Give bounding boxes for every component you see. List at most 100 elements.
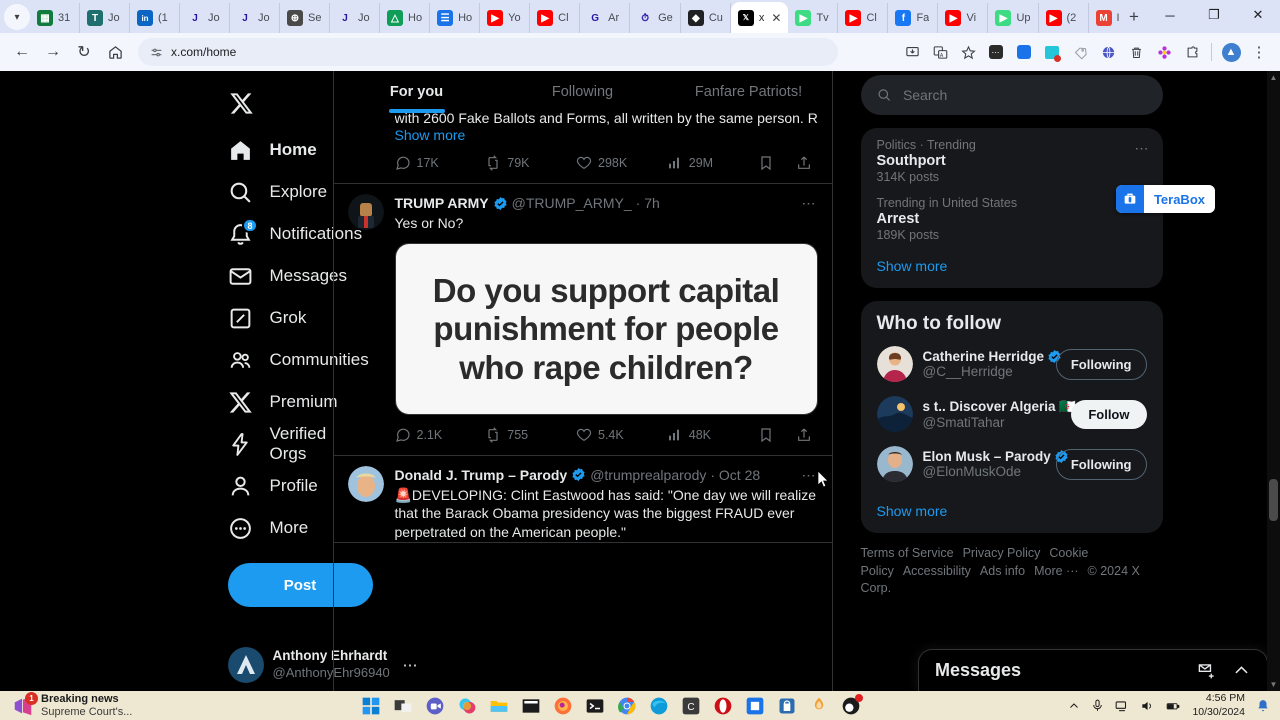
share-icon[interactable] [796,427,812,443]
sidebar-item-more[interactable]: More [228,507,333,549]
softphone-icon[interactable] [808,695,830,717]
footer-link[interactable]: More ··· [1034,564,1078,578]
blue-app-icon[interactable] [744,695,766,717]
extensions-puzzle-icon[interactable] [1179,39,1205,65]
tweet-author-name[interactable]: Donald J. Trump – Parody [395,466,568,484]
browser-tab[interactable]: in (1 [130,3,180,33]
new-message-icon[interactable] [1197,661,1216,680]
browser-tab[interactable]: ▶ Yo [480,3,531,33]
display-icon[interactable] [1115,699,1129,713]
scroll-down-arrow[interactable]: ▼ [1267,678,1280,691]
suggested-user-handle[interactable]: @C__Herridge [923,364,1046,379]
browser-tab[interactable]: ◆ Cu [681,3,731,33]
extension-teal-icon[interactable] [1039,39,1065,65]
microsoft-store-icon[interactable] [776,695,798,717]
browser-tab[interactable]: ▶ Tv [788,3,839,33]
obs-icon[interactable] [840,693,863,720]
avatar[interactable] [876,446,913,482]
notepad-icon[interactable] [520,695,542,717]
tweet-partial[interactable]: with 2600 Fake Ballots and Forms, all wr… [333,110,832,184]
translate-icon[interactable]: A [927,39,953,65]
avatar[interactable] [347,465,384,502]
avatar[interactable] [876,396,913,432]
browser-tab[interactable]: J Jo [180,3,230,33]
tweet[interactable]: Donald J. Trump – Parody @trumprealparody… [333,456,832,543]
views-action[interactable]: 48K [667,427,758,443]
messages-dock[interactable]: Messages [918,649,1268,691]
views-action[interactable]: 29M [667,155,758,171]
browser-tab[interactable]: f Fa [888,3,939,33]
browser-tab[interactable]: ▶ Cl [838,3,889,33]
share-icon[interactable] [796,155,812,171]
scrollbar-thumb[interactable] [1269,479,1278,521]
browser-tab[interactable]: T Jo [80,3,130,33]
terabox-ad[interactable]: TeraBox [1115,185,1215,213]
reply-action[interactable]: 17K [395,155,486,171]
search-bar[interactable] [860,75,1163,115]
browser-tab[interactable]: △ Ho [380,3,431,33]
browser-tab[interactable]: ☰ Ho [430,3,481,33]
c-app-icon[interactable]: C [680,695,702,717]
who-to-follow-row[interactable]: s t.. Discover Algeria 🇩🇿 @SmatiTahar Foll… [861,389,1163,439]
minimize-button[interactable]: ─ [1148,0,1192,30]
who-to-follow-row[interactable]: Catherine Herridge @C__Herridge Following [861,339,1163,389]
teams-icon[interactable] [424,695,446,717]
sidebar-item-explore[interactable]: Explore [228,171,333,213]
footer-link[interactable]: Ads info [980,564,1025,578]
new-tab-button[interactable]: + [1120,3,1148,31]
back-button[interactable]: ← [8,38,36,66]
sidebar-item-verified-orgs[interactable]: Verified Orgs [228,423,333,465]
tweet-more-icon[interactable]: ⋯ [802,194,818,212]
scroll-up-arrow[interactable]: ▲ [1267,71,1280,84]
feed-scroll-area[interactable]: with 2600 Fake Ballots and Forms, all wr… [333,110,832,691]
taskbar-news-widget[interactable]: 1 Breaking news Supreme Court's... [0,691,360,718]
browser-tab[interactable]: ▶ Vi [938,3,989,33]
address-bar[interactable]: x.com/home [138,38,838,66]
browser-tab[interactable]: ▦ 31 [30,3,80,33]
follow-button[interactable]: Following [1055,448,1147,480]
tweet-more-icon[interactable]: ⋯ [802,466,818,484]
footer-link[interactable]: Privacy Policy [963,546,1041,560]
bell-icon[interactable] [1256,699,1270,713]
like-action[interactable]: 5.4K [576,427,667,443]
sidebar-item-communities[interactable]: Communities [228,339,369,381]
home-button[interactable] [101,38,129,66]
browser-tab[interactable]: 𝕏x ✕ [730,2,789,33]
sidebar-item-grok[interactable]: Grok [228,297,333,339]
task-view-icon[interactable] [392,695,414,717]
extension-tag-icon[interactable] [1067,39,1093,65]
tweet-media[interactable]: Do you support capital punishment for pe… [394,242,818,415]
trend-more-icon[interactable]: ⋯ [1135,140,1149,157]
forward-button[interactable]: → [39,38,67,66]
search-input[interactable] [902,87,1147,103]
suggested-user-handle[interactable]: @ElonMuskOde [923,464,1046,479]
trend-item[interactable]: Politics · Trending Southport 314K posts ⋯ [861,128,1163,186]
reply-action[interactable]: 2.1K [395,427,486,443]
sidebar-item-premium[interactable]: Premium [228,381,338,423]
footer-link[interactable]: Accessibility [903,564,971,578]
chrome-menu-icon[interactable]: ⋮ [1246,39,1272,65]
sidebar-item-notifications[interactable]: 8 Notifications [228,213,362,255]
repost-action[interactable]: 755 [485,426,576,443]
sidebar-item-profile[interactable]: Profile [228,465,333,507]
avatar[interactable] [876,346,913,382]
file-explorer-icon[interactable] [488,695,510,717]
tab-following[interactable]: Following [500,71,666,113]
trends-show-more[interactable]: Show more [861,244,1163,288]
taskbar-clock[interactable]: 4:56 PM 10/30/2024 [1192,692,1245,718]
suggested-user-name[interactable]: Elon Musk – Parody [923,449,1068,464]
like-action[interactable]: 298K [576,155,667,171]
maximize-button[interactable]: ❐ [1192,0,1236,30]
extension-globe-icon[interactable] [1095,39,1121,65]
reload-button[interactable]: ↻ [70,38,98,66]
opera-icon[interactable] [712,695,734,717]
browser-tab[interactable]: J Jo [330,3,380,33]
page-scrollbar[interactable]: ▲ ▼ [1267,71,1280,691]
browser-tab[interactable]: G Ar [580,3,631,33]
tab-for-you[interactable]: For you [334,71,500,113]
follow-button[interactable]: Following [1055,348,1147,380]
chrome-icon[interactable] [616,695,638,720]
suggested-user-name[interactable]: Catherine Herridge [923,349,1061,364]
close-window-button[interactable]: ✕ [1236,0,1280,30]
profile-avatar-icon[interactable]: ▲ [1218,39,1244,65]
